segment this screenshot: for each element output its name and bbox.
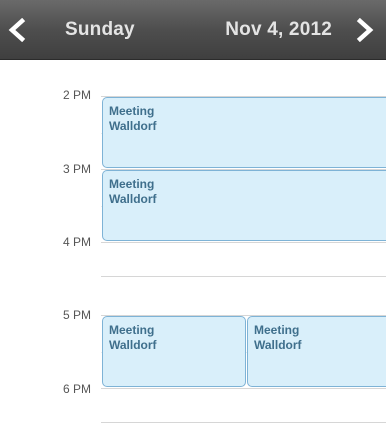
- event-location: Walldorf: [254, 338, 302, 352]
- calendar-event[interactable]: Meeting Walldorf: [102, 316, 246, 387]
- hour-label: 5 PM: [62, 308, 91, 322]
- hour-label: 3 PM: [62, 162, 91, 176]
- event-title: Meeting: [109, 104, 155, 118]
- hour-gridline: [101, 276, 386, 277]
- calendar-event[interactable]: Meeting Walldorf: [102, 170, 386, 241]
- calendar-event[interactable]: Meeting Walldorf: [102, 97, 386, 168]
- hour-label: 6 PM: [62, 382, 91, 396]
- day-timeline[interactable]: 2 PM 3 PM 4 PM 5 PM 6 PM Meeting Walldor…: [0, 60, 386, 440]
- chevron-left-icon[interactable]: [6, 18, 30, 42]
- day-header: Sunday Nov 4, 2012: [0, 0, 386, 60]
- day-title: Sunday: [65, 19, 135, 40]
- event-location: Walldorf: [109, 119, 157, 133]
- event-location: Walldorf: [109, 192, 157, 206]
- chevron-right-icon[interactable]: [352, 18, 376, 42]
- hour-label: 4 PM: [62, 235, 91, 249]
- hour-gridline: [101, 242, 386, 243]
- hour-label: 2 PM: [62, 88, 91, 102]
- hour-gridline: [101, 388, 386, 389]
- event-title: Meeting: [254, 323, 300, 337]
- event-title: Meeting: [109, 177, 155, 191]
- date-title: Nov 4, 2012: [225, 19, 332, 40]
- event-location: Walldorf: [109, 338, 157, 352]
- calendar-event[interactable]: Meeting Walldorf: [247, 316, 386, 387]
- hour-gridline: [101, 422, 386, 423]
- event-title: Meeting: [109, 323, 155, 337]
